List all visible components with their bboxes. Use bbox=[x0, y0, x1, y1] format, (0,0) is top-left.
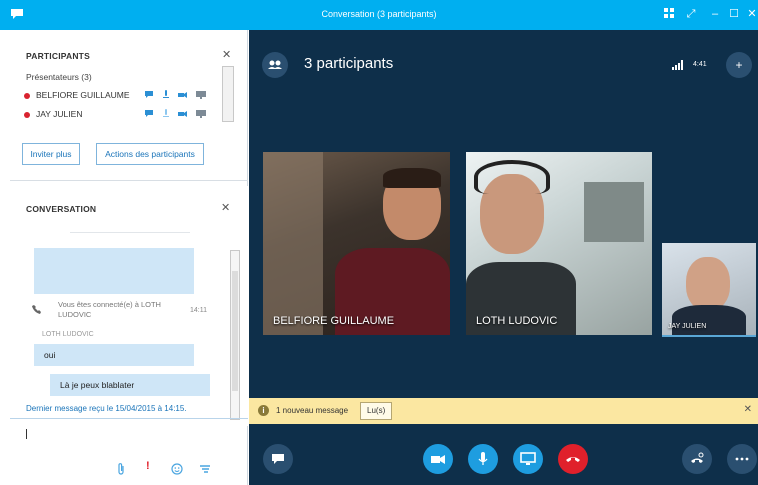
active-speaker-bar bbox=[662, 335, 756, 337]
im-icon bbox=[145, 91, 153, 98]
window-title: Conversation (3 participants) bbox=[321, 9, 437, 19]
close-conversation-icon[interactable]: ✕ bbox=[221, 201, 230, 214]
im-icon bbox=[272, 454, 284, 464]
person-head bbox=[686, 257, 730, 311]
last-message-status: Dernier message reçu le 15/04/2015 à 14:… bbox=[26, 404, 187, 413]
add-person-icon[interactable]: + bbox=[726, 52, 752, 78]
history-divider bbox=[70, 232, 190, 233]
title-bar: Conversation (3 participants) ⤢ – ☐ ✕ bbox=[0, 0, 758, 30]
scrollbar-thumb[interactable] bbox=[232, 271, 238, 391]
microphone-icon bbox=[163, 90, 169, 98]
important-icon[interactable]: ! bbox=[146, 460, 150, 472]
attach-icon[interactable] bbox=[116, 463, 126, 475]
signal-icon bbox=[672, 60, 683, 70]
new-message-banner: i 1 nouveau message Lu(s) ✕ bbox=[249, 398, 758, 424]
layout-icon[interactable] bbox=[662, 7, 676, 21]
screen-share-button[interactable] bbox=[513, 444, 543, 474]
im-button[interactable] bbox=[263, 444, 293, 474]
message-bubble: oui bbox=[34, 344, 194, 366]
more-button[interactable] bbox=[727, 444, 757, 474]
info-icon: i bbox=[258, 405, 269, 416]
system-message: Vous êtes connecté(e) à LOTH LUDOVIC bbox=[58, 300, 161, 319]
conversation-title: CONVERSATION bbox=[26, 204, 97, 214]
hang-up-button[interactable] bbox=[558, 444, 588, 474]
maximize-icon[interactable]: ☐ bbox=[727, 7, 741, 21]
video-tile-belfiore[interactable]: BELFIORE GUILLAUME bbox=[263, 152, 450, 335]
camera-icon bbox=[178, 111, 187, 117]
video-name-label: JAY JULIEN bbox=[668, 323, 707, 330]
participant-row[interactable]: BELFIORE GUILLAUME bbox=[24, 89, 234, 103]
message-bubble: Là je peux blablater bbox=[50, 374, 210, 396]
screen-share-icon bbox=[196, 110, 206, 118]
close-window-icon[interactable]: ✕ bbox=[745, 7, 758, 21]
participants-scrollbar[interactable] bbox=[222, 66, 234, 122]
side-panel: PARTICIPANTS ✕ Présentateurs (3) BELFIOR… bbox=[10, 30, 248, 485]
headset bbox=[474, 160, 550, 194]
mark-read-button[interactable]: Lu(s) bbox=[360, 402, 393, 420]
microphone-icon bbox=[478, 452, 488, 465]
microphone-button[interactable] bbox=[468, 444, 498, 474]
person-shirt bbox=[672, 305, 746, 335]
presenters-label: Présentateurs (3) bbox=[26, 72, 92, 82]
minimize-icon[interactable]: – bbox=[708, 7, 722, 21]
conversation-section: CONVERSATION ✕ Vous êtes connecté(e) à L… bbox=[10, 186, 248, 426]
message-sender: LOTH LUDOVIC bbox=[42, 331, 94, 338]
video-tile-loth[interactable]: LOTH LUDOVIC bbox=[466, 152, 652, 335]
device-icon bbox=[691, 452, 704, 463]
im-icon bbox=[145, 110, 153, 117]
screen-share-icon bbox=[196, 91, 206, 99]
participant-actions-button[interactable]: Actions des participants bbox=[96, 143, 204, 165]
emoticon-icon[interactable] bbox=[171, 463, 183, 475]
close-participants-icon[interactable]: ✕ bbox=[222, 48, 231, 61]
video-name-label: BELFIORE GUILLAUME bbox=[273, 315, 395, 327]
text-cursor bbox=[26, 429, 27, 439]
status-busy-icon bbox=[24, 93, 30, 99]
participants-title: PARTICIPANTS bbox=[26, 51, 90, 61]
fullscreen-icon[interactable]: ⤢ bbox=[684, 7, 698, 21]
call-participant-count: 3 participants bbox=[304, 55, 394, 72]
camera-button[interactable] bbox=[423, 444, 453, 474]
section-divider bbox=[10, 180, 248, 181]
screen-share-icon bbox=[520, 452, 536, 465]
call-stage: 3 participants 4:41 + BELFIORE GUILLAUME… bbox=[249, 30, 758, 485]
device-button[interactable] bbox=[682, 444, 712, 474]
video-tile-jay[interactable]: JAY JULIEN bbox=[662, 243, 756, 335]
participants-icon[interactable] bbox=[262, 52, 288, 78]
participant-name: BELFIORE GUILLAUME bbox=[36, 90, 130, 100]
hang-up-icon bbox=[566, 457, 580, 462]
system-message-time: 14:11 bbox=[190, 307, 207, 314]
person-hair bbox=[383, 168, 441, 188]
close-banner-icon[interactable]: ✕ bbox=[744, 404, 752, 415]
participant-row[interactable]: JAY JULIEN bbox=[24, 108, 234, 122]
camera-icon bbox=[431, 455, 445, 464]
send-icon[interactable] bbox=[199, 463, 211, 475]
participant-name: JAY JULIEN bbox=[36, 109, 83, 119]
microphone-muted-icon bbox=[163, 109, 169, 117]
more-icon bbox=[735, 457, 749, 461]
phone-icon bbox=[32, 305, 41, 314]
camera-icon bbox=[178, 92, 187, 98]
status-busy-icon bbox=[24, 112, 30, 118]
video-name-label: LOTH LUDOVIC bbox=[476, 315, 558, 327]
message-input[interactable]: ! bbox=[10, 418, 248, 485]
notification-text: 1 nouveau message bbox=[276, 406, 349, 415]
video-background bbox=[263, 152, 323, 335]
call-duration: 4:41 bbox=[693, 61, 707, 68]
office-background bbox=[584, 182, 644, 242]
invite-more-button[interactable]: Inviter plus bbox=[22, 143, 80, 165]
conversation-scrollbar[interactable] bbox=[230, 250, 240, 420]
message-bubble bbox=[34, 248, 194, 294]
